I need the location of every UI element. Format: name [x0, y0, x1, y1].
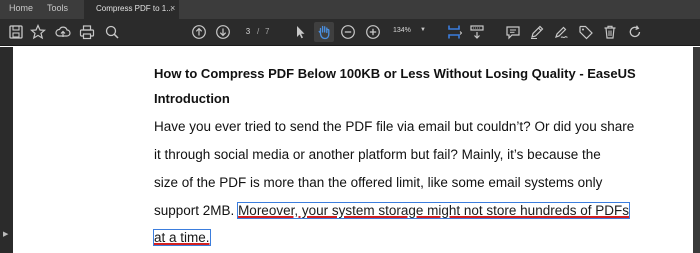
hand-tool-icon[interactable] — [316, 24, 332, 40]
tab-home[interactable]: Home — [9, 3, 33, 13]
zoom-in-icon[interactable] — [365, 24, 381, 40]
zoom-dropdown-chevron-icon[interactable]: ▼ — [420, 27, 426, 33]
delete-icon[interactable] — [602, 24, 618, 40]
tag-icon[interactable] — [578, 24, 594, 40]
body-line: at a time. — [153, 229, 211, 246]
zoom-level-select[interactable]: 134% — [393, 27, 411, 34]
tab-tools[interactable]: Tools — [47, 3, 68, 13]
expand-panel-icon[interactable]: ▶ — [3, 230, 8, 238]
highlighted-text[interactable]: at a time. — [153, 229, 211, 246]
page-up-icon[interactable] — [191, 24, 207, 40]
sign-icon[interactable] — [553, 24, 569, 40]
tab-document-label: Compress PDF to 1... — [96, 4, 173, 13]
right-scroll-rail[interactable] — [693, 47, 700, 253]
body-line: it through social media or another platf… — [154, 147, 601, 162]
page-down-icon[interactable] — [215, 24, 231, 40]
select-pointer-icon[interactable] — [292, 24, 308, 40]
body-line: support 2MB. Moreover, your system stora… — [154, 202, 630, 219]
cloud-upload-icon[interactable] — [55, 24, 71, 40]
comment-icon[interactable] — [505, 24, 521, 40]
print-icon[interactable] — [79, 24, 95, 40]
body-line: size of the PDF is more than the offered… — [154, 175, 603, 190]
page-number-input[interactable]: 3 — [243, 27, 253, 36]
left-panel-rail: ▶ — [0, 47, 13, 253]
document-page: How to Compress PDF Below 100KB or Less … — [13, 47, 693, 253]
fit-page-icon[interactable] — [446, 24, 462, 40]
rotate-icon[interactable] — [627, 24, 643, 40]
body-line: Have you ever tried to send the PDF file… — [154, 119, 635, 134]
document-heading: Introduction — [154, 91, 230, 106]
tab-document[interactable]: Compress PDF to 1... × — [84, 0, 179, 19]
bookmark-star-icon[interactable] — [30, 24, 46, 40]
tab-close-icon[interactable]: × — [170, 3, 175, 13]
zoom-out-icon[interactable] — [340, 24, 356, 40]
highlight-pen-icon[interactable] — [529, 24, 545, 40]
page-total: 7 — [265, 27, 270, 36]
page-separator: / — [257, 27, 260, 36]
zoom-search-icon[interactable] — [104, 24, 120, 40]
toolbar: 3 / 7 134% ▼ — [0, 19, 700, 46]
highlighted-text[interactable]: Moreover, your system storage might not … — [237, 202, 630, 219]
document-title: How to Compress PDF Below 100KB or Less … — [154, 66, 636, 81]
save-icon[interactable] — [8, 24, 24, 40]
scroll-mode-icon[interactable] — [469, 24, 485, 40]
tab-bar: Home Tools Compress PDF to 1... × — [0, 0, 700, 19]
body-text: support 2MB. — [154, 203, 235, 218]
